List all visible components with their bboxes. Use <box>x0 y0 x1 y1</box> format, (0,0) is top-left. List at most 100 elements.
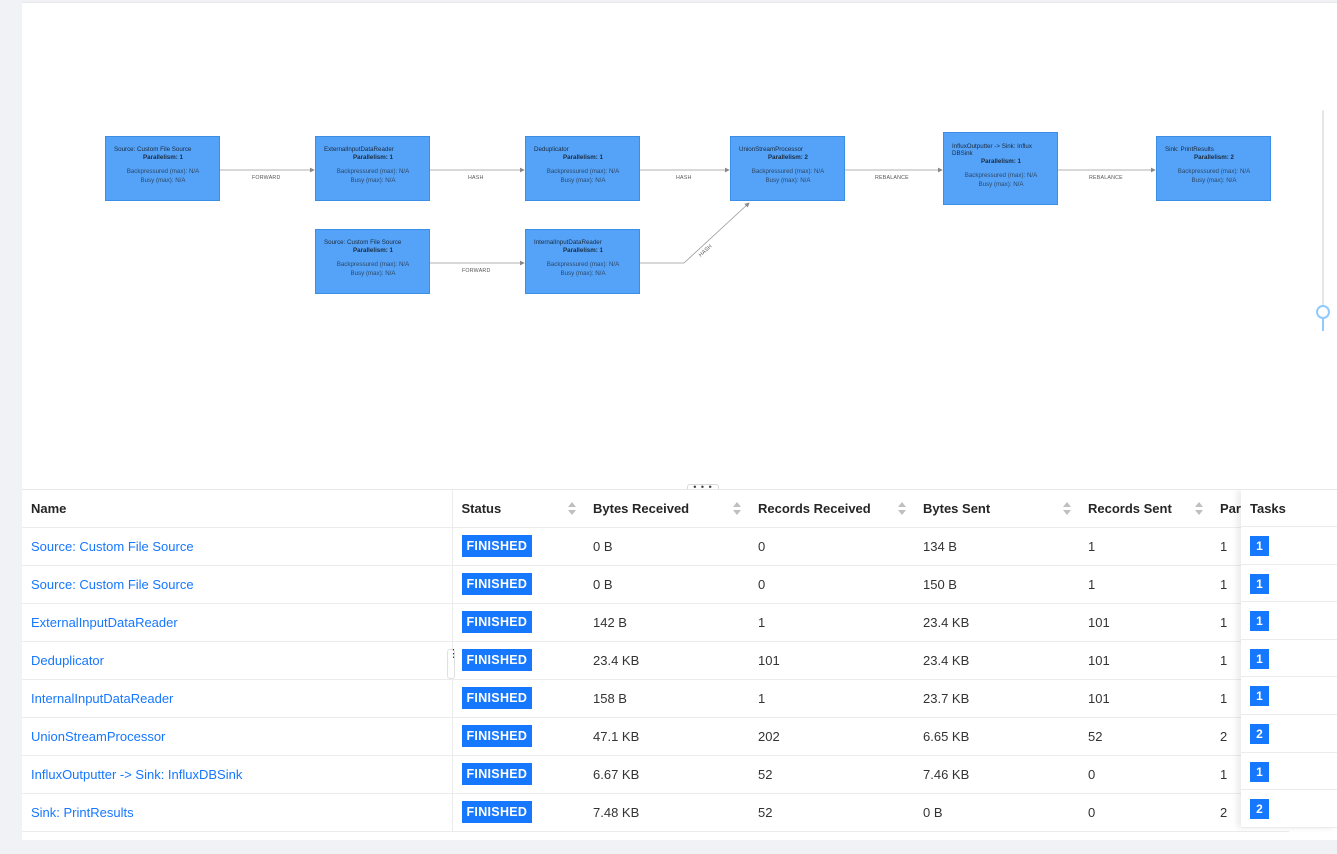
tasks-cell: 2 <box>1241 715 1337 753</box>
table-row[interactable]: Source: Custom File Source FINISHED 0 B 0 13… <box>22 527 1289 566</box>
vertex-name-link[interactable]: Source: Custom File Source <box>31 539 194 554</box>
table-header-row: Name Status Bytes Received Records Recei… <box>22 490 1289 528</box>
vertex-name-link[interactable]: Sink: PrintResults <box>31 805 134 820</box>
task-count-badge[interactable]: 1 <box>1250 536 1269 556</box>
node-backpressure: Backpressured (max): N/A <box>1177 168 1251 175</box>
vertex-name-link[interactable]: InfluxOutputter -> Sink: InfluxDBSink <box>31 767 242 782</box>
table-row[interactable]: UnionStreamProcessor FINISHED 47.1 KB 202 6.… <box>22 717 1289 756</box>
sort-icon[interactable] <box>898 502 906 516</box>
task-count-badge[interactable]: 1 <box>1250 611 1269 632</box>
vertex-name-link[interactable]: UnionStreamProcessor <box>31 729 165 744</box>
node-metrics: Backpressured (max): N/A Busy (max): N/A <box>324 168 422 185</box>
graph-node[interactable]: Source: Custom File Source Parallelism: … <box>315 229 430 294</box>
table-row[interactable]: Sink: PrintResults FINISHED 7.48 KB 52 0 B0 2 <box>22 793 1289 832</box>
graph-node[interactable]: InternalInputDataReader Parallelism: 1 B… <box>525 229 640 294</box>
vertex-name-cell: InternalInputDataReader <box>22 679 453 718</box>
graph-node[interactable]: Sink: PrintResults Parallelism: 2 Backpr… <box>1156 136 1271 201</box>
column-header-bytes-sent[interactable]: Bytes Sent <box>914 490 1079 528</box>
status-badge: FINISHED <box>461 535 533 557</box>
status-cell: FINISHED <box>452 793 584 832</box>
records-received-cell: 101 <box>749 641 914 680</box>
tasks-column-fixed: Tasks 1 1 1 1 1 2 1 2 <box>1241 490 1337 828</box>
table-row[interactable]: Deduplicator FINISHED 23.4 KB 101 23.4 KB 101… <box>22 641 1289 680</box>
vertex-name-cell: ExternalInputDataReader <box>22 603 453 642</box>
table-row[interactable]: InternalInputDataReader FINISHED 158 B 1 23.… <box>22 679 1289 718</box>
task-count-badge[interactable]: 2 <box>1250 723 1269 744</box>
status-cell: FINISHED <box>452 565 584 604</box>
table-row[interactable]: InfluxOutputter -> Sink: InfluxDBSink FIN… <box>22 755 1289 794</box>
node-backpressure: Backpressured (max): N/A <box>751 168 825 175</box>
node-metrics: Backpressured (max): N/A Busy (max): N/A <box>739 168 837 185</box>
vertex-name-link[interactable]: InternalInputDataReader <box>31 691 173 706</box>
vertex-table-panel: Name Status Bytes Received Records Recei… <box>22 489 1337 840</box>
node-busy: Busy (max): N/A <box>560 269 606 277</box>
node-backpressure: Backpressured (max): N/A <box>336 261 410 268</box>
sort-icon[interactable] <box>1195 502 1203 516</box>
status-badge: FINISHED <box>461 687 533 709</box>
graph-node[interactable]: Source: Custom File Source Parallelism: … <box>105 136 220 201</box>
table-body: Source: Custom File Source FINISHED 0 B 0 13… <box>22 527 1289 832</box>
column-header-label: Status <box>461 500 502 516</box>
tasks-cell: 1 <box>1241 602 1337 640</box>
node-metrics: Backpressured (max): N/A Busy (max): N/A <box>1165 168 1263 185</box>
task-count-badge[interactable]: 2 <box>1250 799 1269 820</box>
zoom-track[interactable] <box>1322 110 1324 330</box>
bytes-received-cell: 0 B <box>584 527 749 566</box>
edge-label-hash: HASH <box>676 175 692 181</box>
node-title: Sink: PrintResults <box>1165 146 1214 153</box>
table-row[interactable]: ExternalInputDataReader FINISHED 142 B 1 23.… <box>22 603 1289 642</box>
records-sent-cell: 101 <box>1079 679 1211 718</box>
column-header-bytes-received[interactable]: Bytes Received <box>584 490 749 528</box>
node-title: InfluxOutputter -> Sink: Influx DBSink <box>952 143 1032 157</box>
status-cell: FINISHED <box>452 679 584 718</box>
sort-icon[interactable] <box>568 502 576 516</box>
records-received-cell: 1 <box>749 603 914 642</box>
edge-label-rebalance: REBALANCE <box>1089 175 1123 181</box>
graph-node[interactable]: UnionStreamProcessor Parallelism: 2 Back… <box>730 136 845 201</box>
tasks-cell: 1 <box>1241 565 1337 603</box>
node-metrics: Backpressured (max): N/A Busy (max): N/A <box>324 261 422 278</box>
job-graph-panel[interactable]: FORWARD HASH HASH REBALANCE REBALANCE FO… <box>22 2 1337 489</box>
graph-node[interactable]: Deduplicator Parallelism: 1 Backpressure… <box>525 136 640 201</box>
vertex-table: Name Status Bytes Received Records Recei… <box>22 490 1289 832</box>
sort-icon[interactable] <box>733 502 741 516</box>
node-busy: Busy (max): N/A <box>560 176 606 184</box>
task-count-badge[interactable]: 1 <box>1250 761 1269 782</box>
status-cell: FINISHED <box>452 527 584 566</box>
column-header-label: Bytes Sent <box>923 500 991 516</box>
graph-node[interactable]: ExternalInputDataReader Parallelism: 1 B… <box>315 136 430 201</box>
tasks-cell: 1 <box>1241 753 1337 791</box>
edge-label-forward: FORWARD <box>462 268 491 274</box>
node-parallelism: Parallelism: 2 <box>1194 154 1234 161</box>
node-backpressure: Backpressured (max): N/A <box>336 168 410 175</box>
sort-icon[interactable] <box>1063 502 1071 516</box>
zoom-handle[interactable] <box>1316 305 1330 319</box>
task-count-badge[interactable]: 1 <box>1250 573 1269 594</box>
node-metrics: Backpressured (max): N/A Busy (max): N/A <box>952 172 1050 189</box>
records-sent-cell: 0 <box>1079 793 1211 832</box>
column-header-records-received[interactable]: Records Received <box>749 490 914 528</box>
node-backpressure: Backpressured (max): N/A <box>546 261 620 268</box>
edge-label-forward: FORWARD <box>252 175 281 181</box>
status-badge: FINISHED <box>461 801 533 823</box>
vertex-name-link[interactable]: ExternalInputDataReader <box>31 615 178 630</box>
graph-node[interactable]: InfluxOutputter -> Sink: Influx DBSink P… <box>943 132 1058 205</box>
edge-label-rebalance: REBALANCE <box>875 175 909 181</box>
tasks-cell: 1 <box>1241 527 1337 565</box>
vertex-name-link[interactable]: Source: Custom File Source <box>31 577 194 592</box>
table-row[interactable]: Source: Custom File Source FINISHED 0 B 0 15… <box>22 565 1289 604</box>
records-sent-cell: 0 <box>1079 755 1211 794</box>
vertex-name-cell: Sink: PrintResults <box>22 793 453 832</box>
task-count-badge[interactable]: 1 <box>1250 686 1269 707</box>
column-resize-grip[interactable]: ⋮ <box>447 649 459 679</box>
zoom-slider[interactable] <box>1316 110 1330 335</box>
node-title: Source: Custom File Source <box>324 239 402 246</box>
vertex-name-cell: UnionStreamProcessor <box>22 717 453 756</box>
task-count-badge[interactable]: 1 <box>1250 648 1269 669</box>
records-received-cell: 52 <box>749 793 914 832</box>
records-sent-cell: 1 <box>1079 565 1211 604</box>
vertex-name-link[interactable]: Deduplicator <box>31 653 104 668</box>
column-header-status[interactable]: Status <box>452 490 584 528</box>
column-header-records-sent[interactable]: Records Sent <box>1079 490 1211 528</box>
vertex-name-cell: Source: Custom File Source <box>22 565 453 604</box>
